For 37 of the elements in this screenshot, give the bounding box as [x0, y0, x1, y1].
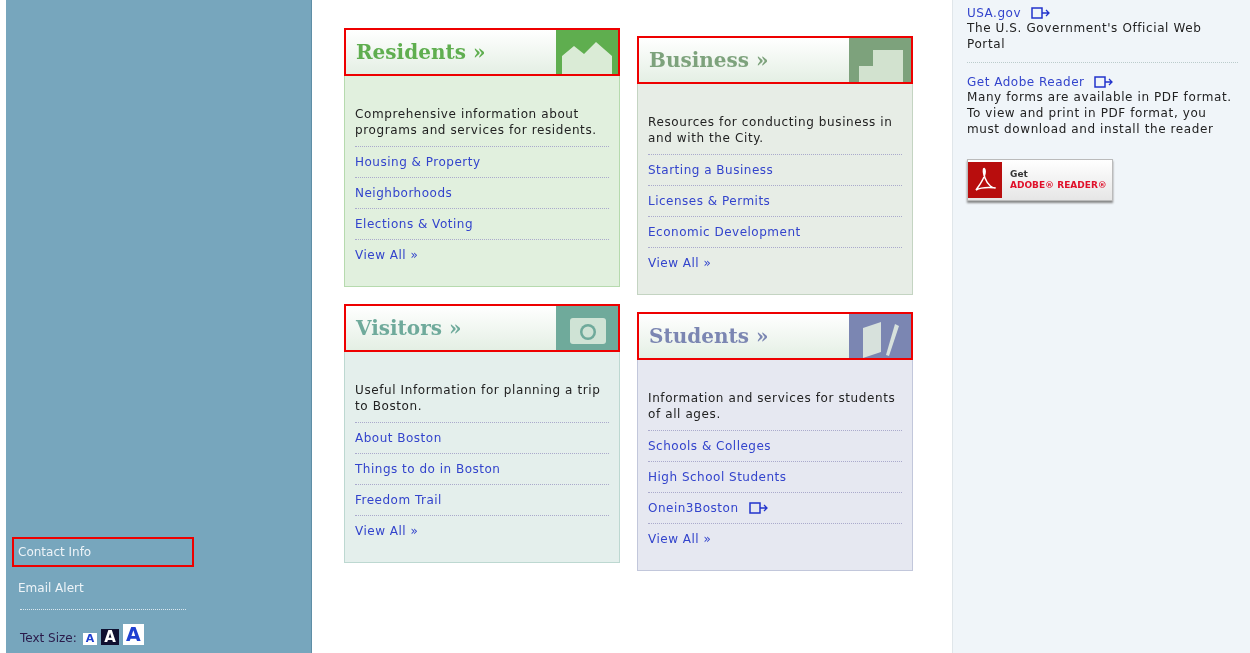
pdf-logo-icon — [968, 162, 1002, 198]
badge-text: Get — [1010, 169, 1029, 180]
card-description: Comprehensive information about programs and services for residents. — [355, 106, 609, 147]
card-link[interactable]: Freedom Trail — [355, 493, 442, 507]
resource-link[interactable]: USA.gov — [967, 6, 1021, 20]
card-link[interactable]: Schools & Colleges — [648, 439, 772, 453]
card-description: Resources for conducting business in and with the City. — [648, 114, 902, 155]
badge-brand: ADOBE® READER® — [1010, 180, 1107, 191]
card-link[interactable]: Onein3Boston — [648, 501, 739, 515]
book-icon — [849, 314, 911, 358]
card-description: Information and services for students of all ages. — [648, 390, 902, 431]
card-link[interactable]: Elections & Voting — [355, 217, 473, 231]
resource-link[interactable]: Get Adobe Reader — [967, 75, 1085, 89]
card-description: Useful Information for planning a trip to Boston. — [355, 382, 609, 423]
text-size-button[interactable]: A — [101, 628, 119, 645]
card-link[interactable]: Housing & Property — [355, 155, 481, 169]
card-link[interactable]: Neighborhoods — [355, 186, 453, 200]
card-link[interactable]: Starting a Business — [648, 163, 774, 177]
view-all-link[interactable]: View All » — [648, 256, 712, 270]
text-size-button[interactable]: A — [122, 624, 144, 645]
building-icon — [849, 38, 911, 82]
view-all-link[interactable]: View All » — [355, 524, 419, 538]
camera-icon — [556, 306, 618, 350]
text-size-label: Text Size: — [20, 631, 77, 645]
adobe-reader-badge[interactable]: Get ADOBE® READER® — [967, 159, 1113, 201]
text-size-button[interactable]: A — [82, 632, 98, 645]
resource-description: Many forms are available in PDF format. To view and print in PDF format, you must download and install the reader — [967, 89, 1233, 137]
view-all-link[interactable]: View All » — [648, 532, 712, 546]
view-all-link[interactable]: View All » — [355, 248, 419, 262]
card-link[interactable]: Licenses & Permits — [648, 194, 771, 208]
resource-description: The U.S. Government's Official Web Portal — [967, 20, 1203, 52]
card-title[interactable]: Students » — [639, 324, 769, 348]
card-link[interactable]: High School Students — [648, 470, 787, 484]
card-link[interactable]: Things to do in Boston — [355, 462, 501, 476]
card-link[interactable]: Economic Development — [648, 225, 801, 239]
card-link[interactable]: About Boston — [355, 431, 442, 445]
house-icon — [556, 30, 618, 74]
